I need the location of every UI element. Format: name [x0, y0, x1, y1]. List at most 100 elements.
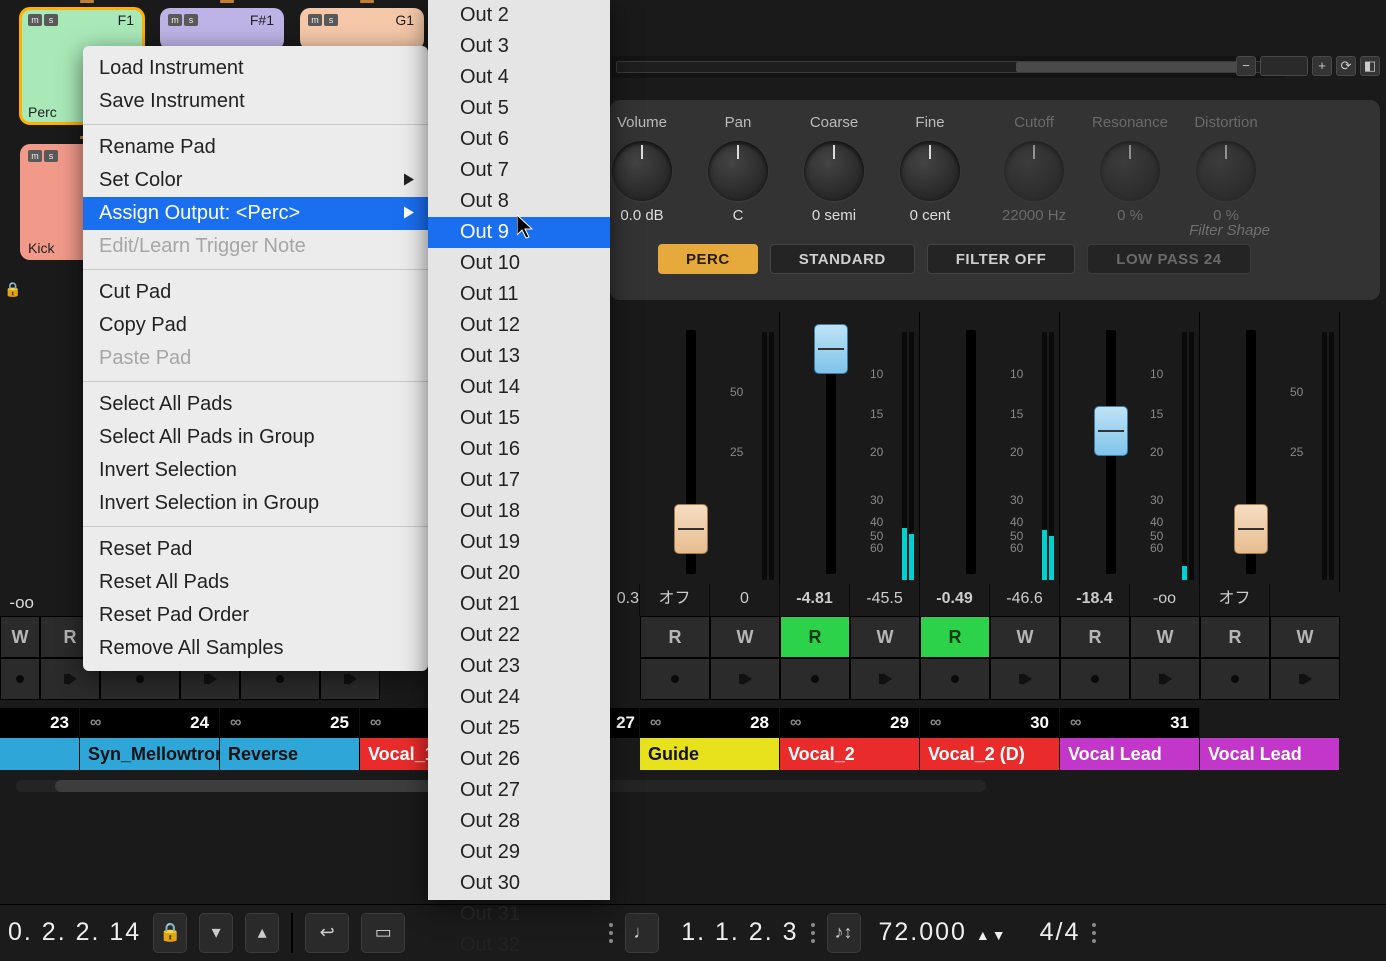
track-name[interactable]: Reverse: [220, 738, 360, 770]
output-option[interactable]: Out 7: [428, 155, 610, 186]
output-option[interactable]: Out 8: [428, 186, 610, 217]
filter-shape-pill[interactable]: LOW PASS 24: [1087, 244, 1250, 274]
output-option[interactable]: Out 24: [428, 682, 610, 713]
output-option[interactable]: Out 12: [428, 310, 610, 341]
lock-button[interactable]: 🔒: [153, 913, 187, 953]
output-option[interactable]: Out 14: [428, 372, 610, 403]
w-button[interactable]: W: [850, 616, 920, 658]
mute-chip[interactable]: m: [28, 150, 42, 162]
loop-button[interactable]: ↩: [305, 913, 349, 953]
output-option[interactable]: Out 28: [428, 806, 610, 837]
marker-next-button[interactable]: ▴: [245, 913, 279, 953]
track-name[interactable]: Vocal Lead: [1060, 738, 1200, 770]
horizontal-overview-scrollbar[interactable]: [612, 56, 1286, 78]
w-button[interactable]: W: [1270, 616, 1340, 658]
knob-coarse[interactable]: Coarse 0 semi: [786, 114, 882, 224]
punch-button[interactable]: ▭: [361, 913, 405, 953]
w-button[interactable]: W: [710, 616, 780, 658]
record-dot[interactable]: [780, 658, 850, 700]
solo-chip[interactable]: s: [44, 14, 58, 26]
output-option[interactable]: Out 2: [428, 0, 610, 31]
menu-invert-selection[interactable]: Invert Selection: [83, 454, 428, 487]
output-option[interactable]: Out 29: [428, 837, 610, 868]
output-option[interactable]: Out 31: [428, 899, 610, 930]
zoom-slider[interactable]: [1260, 56, 1308, 76]
menu-remove-all-samples[interactable]: Remove All Samples: [83, 632, 428, 665]
menu-select-all-pads-group[interactable]: Select All Pads in Group: [83, 421, 428, 454]
track-name[interactable]: Vocal_2 (D): [920, 738, 1060, 770]
output-option[interactable]: Out 10: [428, 248, 610, 279]
fader-cap[interactable]: [1234, 504, 1268, 554]
menu-dots-icon[interactable]: [811, 923, 815, 943]
menu-save-instrument[interactable]: Save Instrument: [83, 85, 428, 118]
output-option[interactable]: Out 15: [428, 403, 610, 434]
output-option[interactable]: Out 20: [428, 558, 610, 589]
pad-mute-solo[interactable]: m s: [168, 14, 198, 26]
monitor-button[interactable]: [710, 658, 780, 700]
knob-pan[interactable]: Pan C: [690, 114, 786, 224]
pad-mute-solo[interactable]: m s: [308, 14, 338, 26]
r-button[interactable]: R: [1060, 616, 1130, 658]
knob-cutoff[interactable]: Cutoff 22000 Hz: [986, 114, 1082, 224]
track-name[interactable]: Vocal Lead: [1200, 738, 1340, 770]
output-option[interactable]: Out 18: [428, 496, 610, 527]
output-option[interactable]: Out 3: [428, 31, 610, 62]
output-option[interactable]: Out 19: [428, 527, 610, 558]
fader-cap[interactable]: [674, 504, 708, 554]
track-name[interactable]: (R): [0, 738, 80, 770]
fader-track[interactable]: [966, 330, 976, 574]
menu-cut-pad[interactable]: Cut Pad: [83, 276, 428, 309]
output-option[interactable]: Out 6: [428, 124, 610, 155]
zoom-out-button[interactable]: −: [1236, 56, 1256, 76]
pad-mute-solo[interactable]: m s: [28, 14, 58, 26]
output-option[interactable]: Out 21: [428, 589, 610, 620]
mute-chip[interactable]: m: [28, 14, 42, 26]
zoom-in-button[interactable]: +: [1312, 56, 1332, 76]
menu-set-color[interactable]: Set Color: [83, 164, 428, 197]
time-signature-display[interactable]: 4/4: [1040, 918, 1081, 947]
zoom-mode-button[interactable]: ⟳: [1336, 56, 1356, 76]
pad-fsharp1[interactable]: m s F#1: [160, 8, 284, 50]
knob-resonance[interactable]: Resonance 0 %: [1082, 114, 1178, 224]
output-option[interactable]: Out 11: [428, 279, 610, 310]
w-button[interactable]: W: [1130, 616, 1200, 658]
output-option[interactable]: Out 4: [428, 62, 610, 93]
monitor-button[interactable]: [850, 658, 920, 700]
r-button[interactable]: R: [1200, 616, 1270, 658]
pad-mute-solo[interactable]: m s: [28, 150, 58, 162]
secondary-position-display[interactable]: 1. 1. 2. 3: [681, 918, 798, 947]
w-button[interactable]: W: [990, 616, 1060, 658]
track-name[interactable]: Guide: [640, 738, 780, 770]
output-option[interactable]: Out 32: [428, 930, 610, 961]
fader-cap[interactable]: [814, 324, 848, 374]
r-button[interactable]: R: [640, 616, 710, 658]
menu-load-instrument[interactable]: Load Instrument: [83, 52, 428, 85]
pad-g1[interactable]: m s G1: [300, 8, 424, 50]
output-option[interactable]: Out 30: [428, 868, 610, 899]
menu-dots-icon[interactable]: [1092, 923, 1096, 943]
marker-prev-button[interactable]: ▾: [199, 913, 233, 953]
zoom-fit-button[interactable]: ◧: [1360, 56, 1380, 76]
filter-off-pill[interactable]: FILTER OFF: [927, 244, 1076, 274]
tempo-track-button[interactable]: ♪↕: [827, 913, 861, 953]
solo-chip[interactable]: s: [44, 150, 58, 162]
r-button[interactable]: R: [920, 616, 990, 658]
menu-reset-all-pads[interactable]: Reset All Pads: [83, 566, 428, 599]
output-option[interactable]: Out 25: [428, 713, 610, 744]
r-button[interactable]: R: [780, 616, 850, 658]
output-option[interactable]: Out 23: [428, 651, 610, 682]
output-option[interactable]: Out 17: [428, 465, 610, 496]
record-dot[interactable]: [920, 658, 990, 700]
solo-chip[interactable]: s: [184, 14, 198, 26]
primary-position-display[interactable]: 0. 2. 2. 14: [8, 918, 141, 947]
mute-chip[interactable]: m: [308, 14, 322, 26]
w-button[interactable]: W: [0, 616, 40, 658]
output-option[interactable]: Out 27: [428, 775, 610, 806]
output-option[interactable]: Out 13: [428, 341, 610, 372]
output-option[interactable]: Out 5: [428, 93, 610, 124]
monitor-button[interactable]: [990, 658, 1060, 700]
tempo-display[interactable]: 72.000 ▲▼: [879, 918, 1008, 947]
record-dot[interactable]: [640, 658, 710, 700]
mute-chip[interactable]: m: [168, 14, 182, 26]
menu-select-all-pads[interactable]: Select All Pads: [83, 388, 428, 421]
